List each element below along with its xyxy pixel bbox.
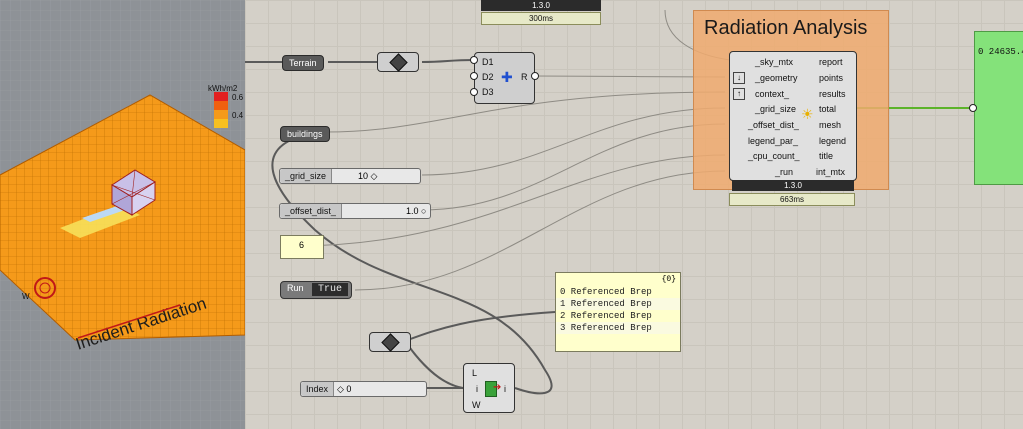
offset-dist-label: _offset_dist_	[280, 204, 342, 218]
svg-text:W: W	[22, 292, 30, 301]
brep-param[interactable]	[369, 332, 411, 352]
list-item: 0 Referenced Brep	[560, 287, 652, 297]
sun-icon: ☀	[801, 106, 814, 122]
offset-dist-slider[interactable]: _offset_dist_ 1.0 ○	[279, 203, 431, 219]
output-r[interactable]: R	[521, 72, 528, 82]
geometry-param[interactable]	[377, 52, 419, 72]
radiation-version-bar: 1.3.0	[732, 180, 854, 191]
total-value: 0 24635.4	[978, 47, 1023, 57]
merge-icon: ✚	[501, 69, 513, 85]
run-toggle[interactable]: Run True	[280, 281, 352, 299]
list-item: 2 Referenced Brep	[560, 311, 652, 321]
terrain-param[interactable]: Terrain	[282, 55, 324, 71]
output-legend[interactable]: legend	[819, 136, 846, 146]
grid-size-slider[interactable]: _grid_size 10 ◇	[279, 168, 421, 184]
run-value: True	[312, 283, 348, 296]
input-cpu-count[interactable]: _cpu_count_	[748, 151, 800, 161]
geometry-icon	[389, 53, 408, 72]
svg-text:kWh/m2: kWh/m2	[208, 84, 238, 93]
output-total[interactable]: total	[819, 104, 836, 114]
run-label: Run	[287, 283, 304, 293]
port-total-in[interactable]	[969, 104, 977, 112]
output-points[interactable]: points	[819, 73, 843, 83]
input-d1[interactable]: D1	[482, 57, 494, 67]
radiation-component[interactable]: _sky_mtx _geometry context_ _grid_size _…	[729, 51, 857, 181]
merge-component[interactable]: D1 D2 D3 R ✚	[474, 52, 535, 104]
input-geometry[interactable]: _geometry	[755, 73, 798, 83]
cpu-count-panel[interactable]: 6	[280, 235, 324, 259]
output-results[interactable]: results	[819, 89, 846, 99]
list-item-component[interactable]: L i W i ➔	[463, 363, 515, 413]
input-grid-size[interactable]: _grid_size	[755, 104, 796, 114]
input-context[interactable]: context_	[755, 89, 789, 99]
arrow-icon: ➔	[493, 382, 502, 393]
index-value: ◇ 0	[337, 384, 352, 394]
cpu-count-value: 6	[299, 240, 305, 250]
svg-text:0.4: 0.4	[232, 111, 244, 120]
grid-size-value: 10 ◇	[358, 171, 378, 181]
grasshopper-canvas[interactable]: 1.3.0 300ms Terrain D1 D2 D3 R ✚ buildin…	[245, 0, 1023, 429]
input-d2[interactable]: D2	[482, 72, 494, 82]
port-d2[interactable]	[470, 72, 478, 80]
grid-size-label: _grid_size	[280, 169, 333, 183]
index-slider[interactable]: Index ◇ 0	[300, 381, 427, 397]
geometry-icon	[381, 333, 400, 352]
output-i[interactable]: i	[504, 384, 506, 394]
flatten-icon: ↓	[733, 72, 745, 84]
brep-panel-header: {0}	[661, 275, 676, 284]
port-d1[interactable]	[470, 56, 478, 64]
top-component[interactable]: 1.3.0 300ms	[481, 0, 601, 26]
index-label: Index	[301, 382, 335, 396]
offset-dist-value: 1.0 ○	[406, 206, 427, 216]
input-legend-par[interactable]: legend_par_	[748, 136, 798, 146]
total-panel[interactable]: 0 24635.4	[974, 31, 1023, 185]
timer-bar: 300ms	[481, 12, 601, 25]
output-int-mtx[interactable]: int_mtx	[816, 167, 845, 177]
input-d3[interactable]: D3	[482, 87, 494, 97]
input-offset-dist[interactable]: _offset_dist_	[748, 120, 799, 130]
output-mesh[interactable]: mesh	[819, 120, 841, 130]
input-i[interactable]: i	[476, 384, 478, 394]
graft-icon: ↑	[733, 88, 745, 100]
radiation-timer-bar: 663ms	[729, 193, 855, 206]
input-run[interactable]: _run	[775, 167, 793, 177]
rhino-viewport[interactable]: kWh/m2 0.6 0.4 W Incident Radiation	[0, 0, 245, 429]
group-title: Radiation Analysis	[704, 17, 868, 39]
version-bar: 1.3.0	[481, 0, 601, 11]
brep-panel[interactable]: {0} 0 Referenced Brep 1 Referenced Brep …	[555, 272, 681, 352]
input-sky-mtx[interactable]: _sky_mtx	[755, 57, 793, 67]
list-item: 3 Referenced Brep	[556, 322, 680, 334]
buildings-param[interactable]: buildings	[280, 126, 330, 142]
grasshopper-window: kWh/m2 0.6 0.4 W Incident Radiation 1.3.…	[0, 0, 1023, 429]
svg-text:0.6: 0.6	[232, 93, 244, 102]
input-l[interactable]: L	[472, 368, 477, 378]
output-report[interactable]: report	[819, 57, 843, 67]
viewport-scene: kWh/m2 0.6 0.4 W Incident Radiation	[0, 0, 245, 429]
port-d3[interactable]	[470, 88, 478, 96]
port-r[interactable]	[531, 72, 539, 80]
list-item: 1 Referenced Brep	[556, 298, 680, 310]
input-w[interactable]: W	[472, 400, 481, 410]
output-title[interactable]: title	[819, 151, 833, 161]
